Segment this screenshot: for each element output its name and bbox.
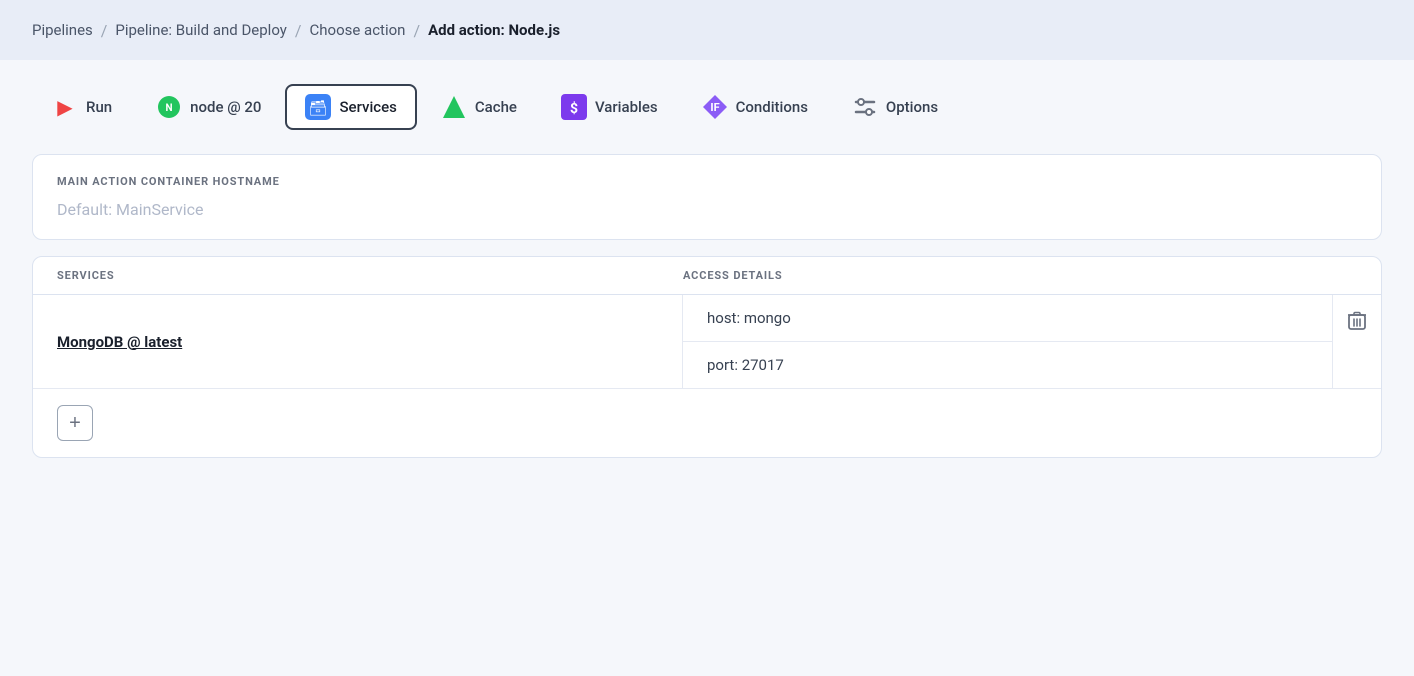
- tab-cache-label: Cache: [475, 98, 517, 116]
- delete-service-button[interactable]: [1344, 309, 1370, 338]
- tab-conditions-label: Conditions: [736, 98, 808, 116]
- breadcrumb-sep-2: /: [295, 21, 302, 40]
- access-host: host: mongo: [683, 295, 1332, 342]
- node-icon: N: [156, 94, 182, 120]
- access-port: port: 27017: [683, 342, 1332, 388]
- tab-variables[interactable]: $ Variables: [541, 84, 678, 130]
- tabs-bar: ▶ Run N node @ 20 🗃 Services Cache: [32, 84, 1382, 130]
- cache-icon: [441, 94, 467, 120]
- delete-cell: [1333, 295, 1381, 388]
- access-details-col: host: mongo port: 27017: [683, 295, 1333, 388]
- variables-icon: $: [561, 94, 587, 120]
- breadcrumb-bar: Pipelines / Pipeline: Build and Deploy /…: [0, 0, 1414, 60]
- tab-services[interactable]: 🗃 Services: [285, 84, 416, 130]
- svg-text:IF: IF: [710, 101, 719, 114]
- hostname-label: MAIN ACTION CONTAINER HOSTNAME: [57, 175, 1357, 188]
- hostname-placeholder: Default: MainService: [57, 200, 1357, 219]
- options-icon: [852, 94, 878, 120]
- access-details-col-header: ACCESS DETAILS: [683, 269, 1309, 282]
- breadcrumb-current: Add action: Node.js: [428, 21, 560, 39]
- svg-text:🗃: 🗃: [309, 99, 328, 117]
- breadcrumb-sep-1: /: [101, 21, 108, 40]
- breadcrumb-build-deploy[interactable]: Pipeline: Build and Deploy: [115, 21, 287, 39]
- services-table-header: SERVICES ACCESS DETAILS: [33, 257, 1381, 295]
- table-row: MongoDB @ latest host: mongo port: 27017: [33, 295, 1381, 389]
- tab-services-label: Services: [339, 98, 396, 116]
- services-card: SERVICES ACCESS DETAILS MongoDB @ latest…: [32, 256, 1382, 458]
- run-icon: ▶: [52, 94, 78, 120]
- tab-options[interactable]: Options: [832, 84, 958, 130]
- services-icon: 🗃: [305, 94, 331, 120]
- tab-run-label: Run: [86, 98, 112, 116]
- tab-variables-label: Variables: [595, 98, 658, 116]
- tab-run[interactable]: ▶ Run: [32, 84, 132, 130]
- breadcrumb-choose-action[interactable]: Choose action: [309, 21, 405, 39]
- add-service-area: +: [33, 389, 1381, 457]
- add-service-button[interactable]: +: [57, 405, 93, 441]
- tab-cache[interactable]: Cache: [421, 84, 537, 130]
- tab-options-label: Options: [886, 98, 938, 116]
- conditions-icon: IF: [702, 94, 728, 120]
- svg-text:N: N: [166, 103, 173, 114]
- breadcrumb-pipelines[interactable]: Pipelines: [32, 21, 93, 39]
- services-col-header: SERVICES: [57, 269, 683, 282]
- hostname-card: MAIN ACTION CONTAINER HOSTNAME Default: …: [32, 154, 1382, 240]
- tab-node[interactable]: N node @ 20: [136, 84, 281, 130]
- breadcrumb-sep-3: /: [413, 21, 420, 40]
- tab-node-label: node @ 20: [190, 98, 261, 116]
- service-name-link[interactable]: MongoDB @ latest: [57, 333, 182, 351]
- svg-text:$: $: [570, 100, 578, 117]
- main-content: ▶ Run N node @ 20 🗃 Services Cache: [0, 60, 1414, 676]
- tab-conditions[interactable]: IF Conditions: [682, 84, 828, 130]
- service-name-cell: MongoDB @ latest: [33, 295, 683, 388]
